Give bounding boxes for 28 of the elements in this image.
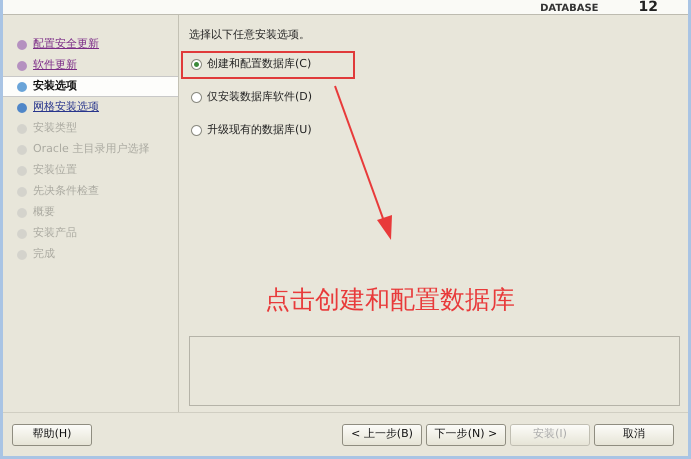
step-item: 安装类型 xyxy=(33,120,77,136)
annotation-text: 点击创建和配置数据库 xyxy=(265,284,516,316)
step-node-icon xyxy=(17,40,27,50)
dialog-button[interactable]: 下一步(N) > xyxy=(426,424,506,446)
dialog-button[interactable]: < 上一步(B) xyxy=(342,424,422,446)
step-item: Oracle 主目录用户选择 xyxy=(33,141,150,158)
step-node-icon xyxy=(17,102,27,112)
step-item: 概要 xyxy=(33,204,55,220)
radio-label[interactable]: 创建和配置数据库(C) xyxy=(207,56,312,73)
radio-button[interactable] xyxy=(191,92,202,103)
radio-button[interactable] xyxy=(191,125,202,136)
dialog-button[interactable]: 取消 xyxy=(594,424,674,446)
step-item[interactable]: 配置安全更新 xyxy=(33,36,99,53)
help-button[interactable]: 帮助(H) xyxy=(12,424,92,446)
step-item: 完成 xyxy=(33,246,55,262)
step-item[interactable]: 网格安装选项 xyxy=(33,99,99,116)
step-item: 先决条件检查 xyxy=(33,183,99,200)
step-node-icon xyxy=(17,60,27,70)
step-node-icon xyxy=(17,82,27,92)
step-item: 安装产品 xyxy=(33,225,77,242)
radio-button[interactable] xyxy=(191,59,202,70)
step-item[interactable]: 软件更新 xyxy=(33,57,77,74)
prompt-text: 选择以下任意安装选项。 xyxy=(189,27,311,43)
product-label: DATABASE xyxy=(540,3,599,14)
step-item: 安装位置 xyxy=(33,162,77,178)
radio-label[interactable]: 仅安装数据库软件(D) xyxy=(207,89,312,106)
version-label: 12 xyxy=(638,0,658,14)
radio-label[interactable]: 升级现有的数据库(U) xyxy=(207,122,312,139)
